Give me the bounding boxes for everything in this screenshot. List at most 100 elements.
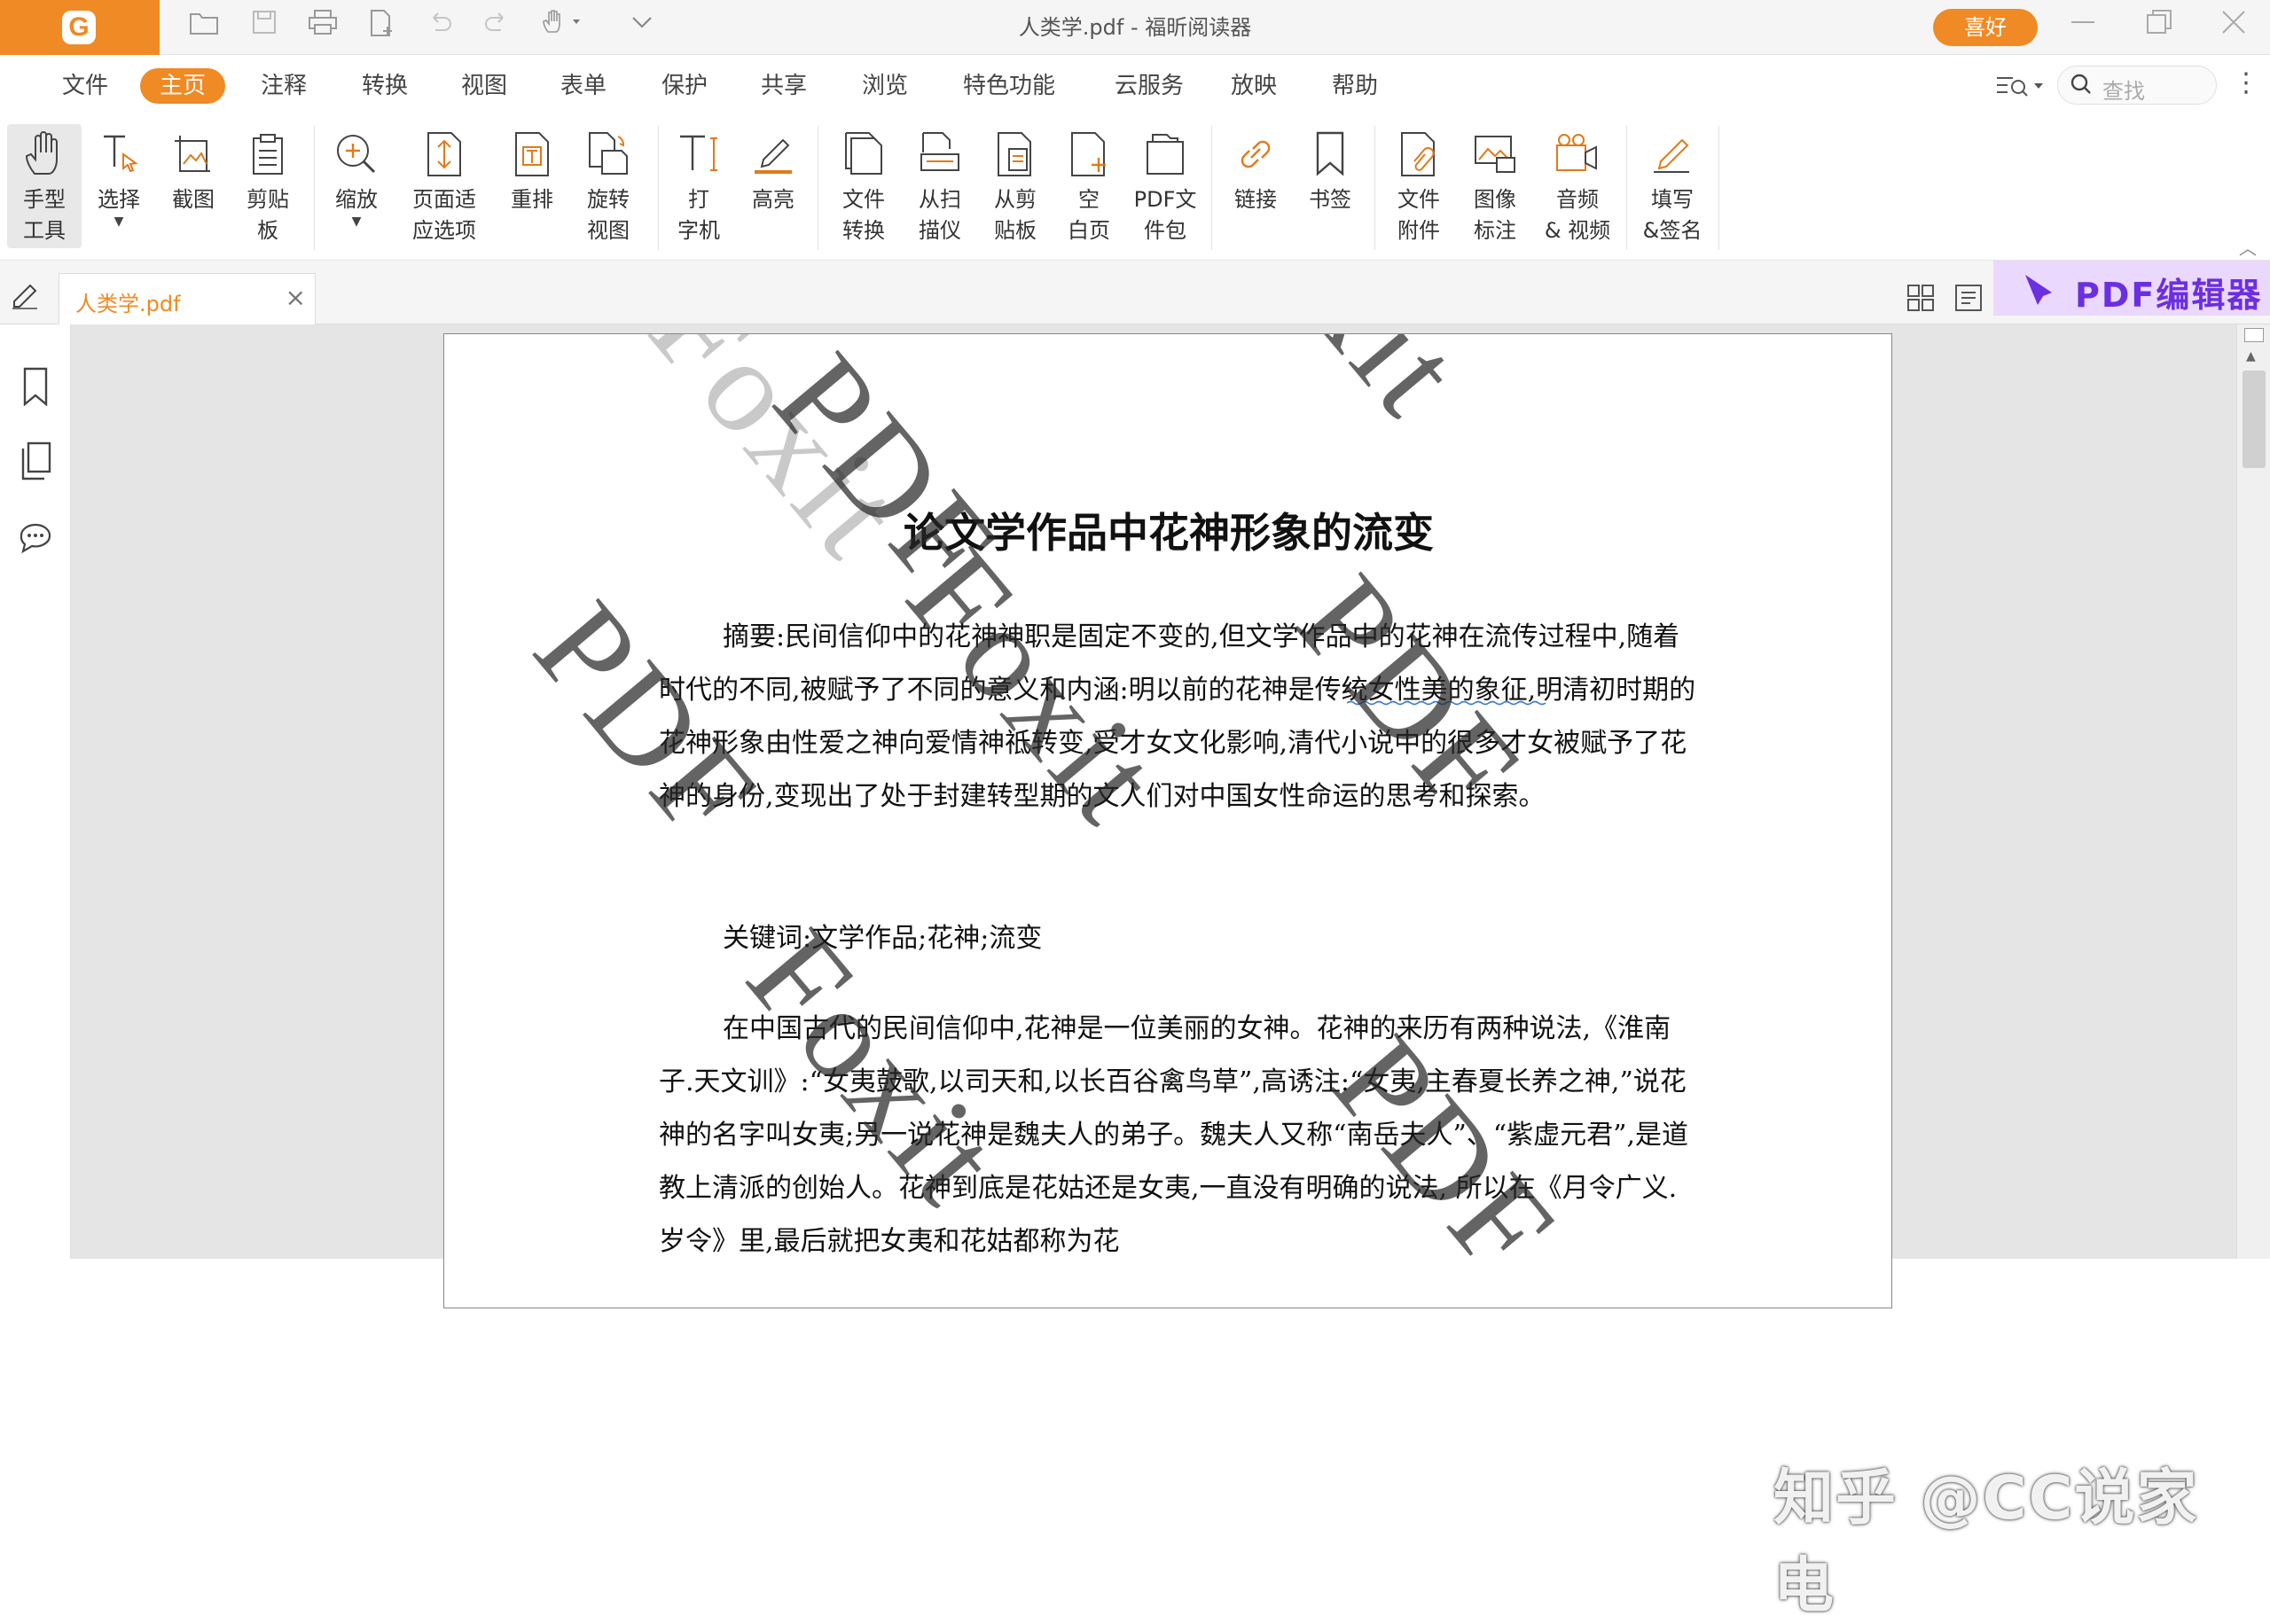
save-icon[interactable] xyxy=(247,9,282,44)
menu-features[interactable]: 特色功能 xyxy=(954,68,1064,104)
from-clipboard-icon xyxy=(979,124,1052,184)
scroll-up-icon[interactable]: ▲ xyxy=(2246,349,2256,363)
open-folder-icon[interactable] xyxy=(186,9,222,44)
menu-bar: 文件 主页 注释 转换 视图 表单 保护 共享 浏览 特色功能 云服务 放映 帮… xyxy=(0,55,2270,117)
pdf-page: 论文学作品中花神形象的流变 摘要:民间信仰中的花神神职是固定不变的,但文学作品中… xyxy=(443,333,1892,1308)
close-tab-icon[interactable]: × xyxy=(286,283,306,312)
more-options-icon[interactable]: ⋮ xyxy=(2233,67,2259,103)
document-title: 论文学作品中花神形象的流变 xyxy=(904,509,1434,557)
dropdown-arrow-icon: ▼ xyxy=(114,215,124,229)
pdf-package-button[interactable]: PDF文 件包 xyxy=(1128,124,1202,248)
hand-icon xyxy=(7,124,82,184)
page-layout-icon[interactable] xyxy=(1954,284,1986,316)
like-button[interactable]: 喜好 xyxy=(1933,9,2038,46)
edit-pen-icon[interactable] xyxy=(9,278,44,314)
undo-icon[interactable] xyxy=(422,9,458,44)
fit-page-button[interactable]: 页面适 应选项 xyxy=(399,124,489,248)
search-options-icon[interactable] xyxy=(1995,71,2048,101)
rotate-view-button[interactable]: 旋转 视图 xyxy=(573,124,644,248)
bookmark-icon xyxy=(1296,124,1364,184)
file-convert-button[interactable]: 文件 转换 xyxy=(826,124,901,248)
clipboard-icon xyxy=(234,124,301,184)
search-icon xyxy=(2069,71,2094,104)
fill-sign-button[interactable]: 填写 &签名 xyxy=(1635,124,1710,248)
thumbnail-view-icon[interactable] xyxy=(1906,284,1938,316)
print-icon[interactable] xyxy=(305,9,340,44)
menu-form[interactable]: 表单 xyxy=(550,68,617,104)
comments-panel-icon[interactable] xyxy=(16,518,55,560)
scanner-icon xyxy=(904,124,975,184)
from-clipboard-button[interactable]: 从剪 贴板 xyxy=(979,124,1052,248)
document-tab-bar: 人类学.pdf × PDF编辑器 xyxy=(0,261,2270,324)
reflow-button[interactable]: 重排 xyxy=(498,124,566,248)
menu-help[interactable]: 帮助 xyxy=(1321,68,1389,104)
file-convert-icon xyxy=(826,124,901,184)
hand-mode-dropdown-icon[interactable] xyxy=(537,9,587,44)
pdf-editor-label: PDF编辑器 xyxy=(2075,276,2263,315)
image-annotation-button[interactable]: 图像 标注 xyxy=(1458,124,1532,248)
link-icon xyxy=(1220,124,1291,184)
menu-file[interactable]: 文件 xyxy=(53,68,117,104)
audio-video-button[interactable]: 音频 & 视频 xyxy=(1538,124,1617,248)
document-tab-label: 人类学.pdf xyxy=(75,292,181,316)
menu-slideshow[interactable]: 放映 xyxy=(1220,68,1288,104)
menu-cloud[interactable]: 云服务 xyxy=(1105,68,1194,104)
typewriter-button[interactable]: 打 字机 xyxy=(665,124,732,248)
select-text-icon xyxy=(85,124,153,184)
redo-icon[interactable] xyxy=(479,9,514,44)
menu-share[interactable]: 共享 xyxy=(750,68,818,104)
ribbon-divider xyxy=(1211,126,1212,250)
ribbon-divider xyxy=(1626,126,1627,250)
highlight-icon xyxy=(740,124,807,184)
search-placeholder: 查找 xyxy=(2102,79,2145,104)
bookmark-panel-icon[interactable] xyxy=(16,365,55,408)
ribbon-toolbar: 手型 工具 选择 ▼ 截图 剪贴 板 缩放 ▼ 页面适 应选项 重排 旋转 视图… xyxy=(0,117,2270,261)
close-window-icon[interactable] xyxy=(2211,7,2256,46)
left-navigation-panel: ▶ xyxy=(0,324,90,1259)
restore-icon[interactable] xyxy=(2137,7,2181,46)
split-view-icon[interactable] xyxy=(2244,328,2264,342)
hand-tool-button[interactable]: 手型 工具 xyxy=(7,124,82,248)
snapshot-icon xyxy=(156,124,231,184)
file-attachment-button[interactable]: 文件 附件 xyxy=(1383,124,1454,248)
select-tool-button[interactable]: 选择 ▼ xyxy=(85,124,153,248)
minimize-icon[interactable] xyxy=(2061,7,2105,46)
link-button[interactable]: 链接 xyxy=(1220,124,1291,248)
typewriter-icon xyxy=(665,124,732,184)
menu-home[interactable]: 主页 xyxy=(140,68,225,104)
bookmark-button[interactable]: 书签 xyxy=(1296,124,1364,248)
ribbon-divider xyxy=(314,126,315,250)
collapse-ribbon-icon[interactable]: ︿ xyxy=(2235,234,2261,259)
ribbon-divider xyxy=(658,126,659,250)
dropdown-arrow-icon: ▼ xyxy=(351,215,362,229)
from-scanner-button[interactable]: 从扫 描仪 xyxy=(904,124,975,248)
vertical-scrollbar[interactable]: ▲ xyxy=(2236,324,2270,1259)
rotate-view-icon xyxy=(573,124,644,184)
menu-comment[interactable]: 注释 xyxy=(250,68,317,104)
ribbon-divider xyxy=(1374,126,1375,250)
blank-page-button[interactable]: 空 白页 xyxy=(1055,124,1123,248)
menu-convert[interactable]: 转换 xyxy=(351,68,419,104)
ribbon-divider xyxy=(1718,126,1719,250)
new-document-icon[interactable] xyxy=(364,9,399,44)
pdf-editor-badge[interactable]: PDF编辑器 xyxy=(1993,261,2270,316)
blank-page-icon xyxy=(1055,124,1123,184)
app-logo[interactable]: G xyxy=(0,0,160,55)
image-annotation-icon xyxy=(1458,124,1532,184)
customize-toolbar-icon[interactable] xyxy=(624,9,660,44)
scrollbar-thumb[interactable] xyxy=(2243,371,2266,468)
search-input[interactable]: 查找 xyxy=(2057,66,2217,105)
zhihu-watermark: 知乎 @CC说家电 xyxy=(1773,1464,2199,1621)
pages-panel-icon[interactable] xyxy=(16,440,55,482)
fit-page-icon xyxy=(399,124,489,184)
menu-protect[interactable]: 保护 xyxy=(651,68,718,104)
clipboard-button[interactable]: 剪贴 板 xyxy=(234,124,301,248)
zoom-button[interactable]: 缩放 ▼ xyxy=(323,124,390,248)
menu-view[interactable]: 视图 xyxy=(450,68,518,104)
pen-nib-icon xyxy=(2020,271,2059,307)
zoom-icon xyxy=(323,124,390,184)
highlight-button[interactable]: 高亮 xyxy=(740,124,807,248)
document-tab[interactable]: 人类学.pdf × xyxy=(59,273,316,324)
snapshot-button[interactable]: 截图 xyxy=(156,124,231,248)
menu-browse[interactable]: 浏览 xyxy=(851,68,919,104)
